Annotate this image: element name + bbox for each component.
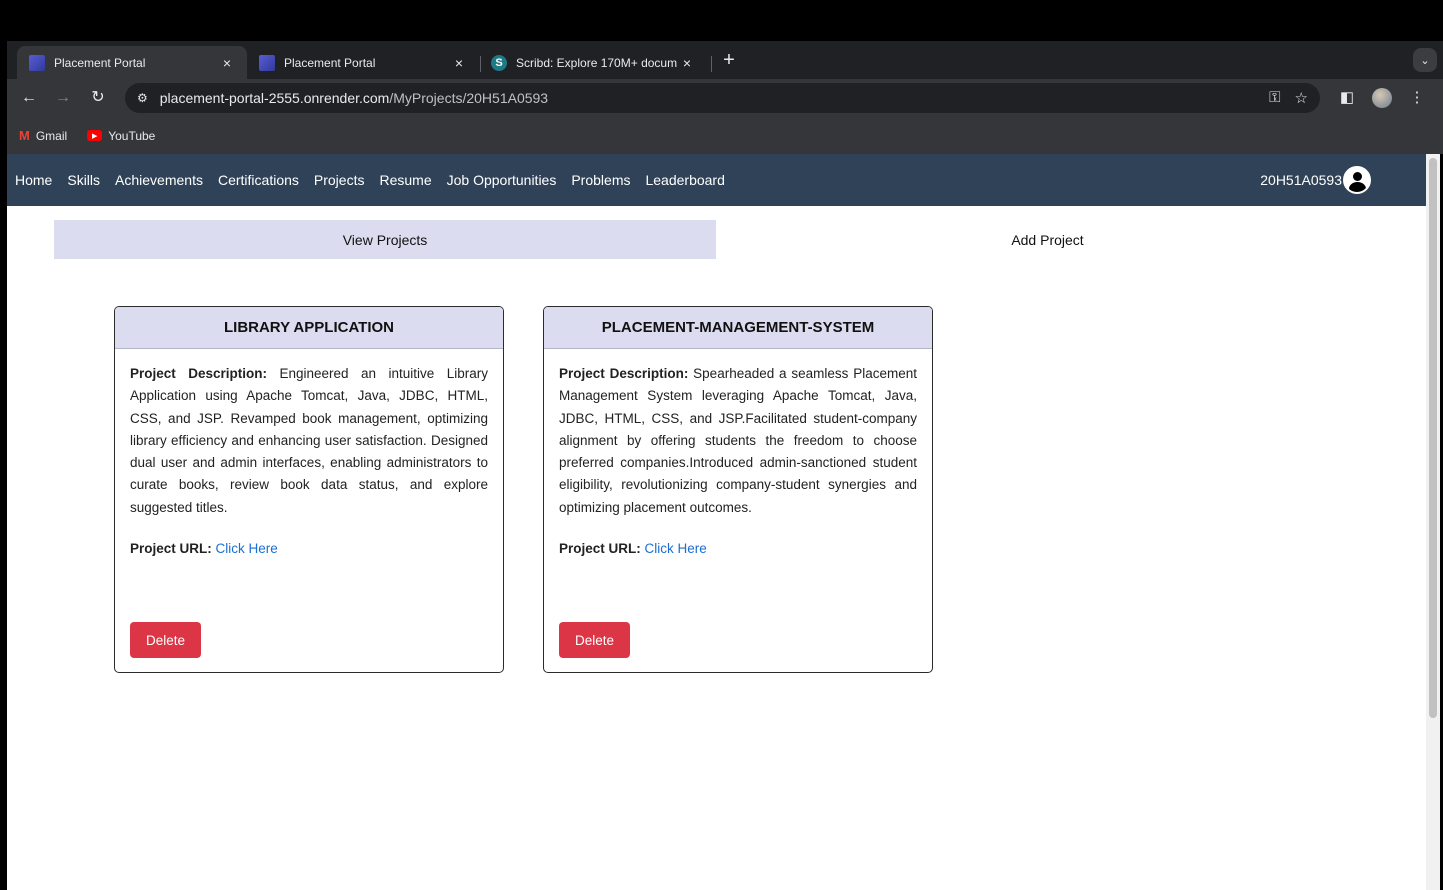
nav-leaderboard[interactable]: Leaderboard — [645, 172, 724, 188]
nav-skills[interactable]: Skills — [67, 172, 100, 188]
browser-toolbar: ← → ↻ ⚙ placement-portal-2555.onrender.c… — [7, 79, 1443, 117]
app-navbar: Home Skills Achievements Certifications … — [7, 154, 1426, 206]
nav-certifications[interactable]: Certifications — [218, 172, 299, 188]
nav-projects[interactable]: Projects — [314, 172, 365, 188]
delete-button[interactable]: Delete — [130, 622, 201, 658]
browser-tab-title: Placement Portal — [284, 55, 376, 70]
back-arrow-icon[interactable]: ← — [19, 88, 39, 108]
tab-search-button[interactable]: ⌄ — [1413, 48, 1437, 72]
user-id: 20H51A0593 — [1260, 172, 1342, 188]
nav-achievements[interactable]: Achievements — [115, 172, 203, 188]
portal-icon — [29, 54, 45, 71]
side-panel-icon[interactable]: ◧ — [1337, 88, 1357, 108]
reload-icon[interactable]: ↻ — [88, 88, 108, 108]
close-icon[interactable]: × — [451, 55, 467, 71]
project-url-link[interactable]: Click Here — [645, 541, 707, 556]
omnibox-actions: ⚿ ☆ — [1269, 89, 1308, 107]
project-subtabs: View Projects Add Project — [54, 220, 1379, 259]
page-scrollbar[interactable] — [1426, 154, 1440, 890]
description-text: Spearheaded a seamless Placement Managem… — [559, 366, 917, 515]
youtube-icon: ▶ — [87, 130, 103, 141]
project-card: LIBRARY APPLICATION Project Description:… — [114, 306, 504, 673]
user-avatar-icon[interactable] — [1343, 166, 1371, 194]
address-url[interactable]: placement-portal-2555.onrender.com/MyPro… — [160, 90, 548, 106]
description-label: Project Description: — [130, 366, 267, 381]
bookmark-star-icon[interactable]: ☆ — [1295, 89, 1308, 107]
project-url: Project URL: Click Here — [559, 541, 917, 556]
project-description: Project Description: Engineered an intui… — [130, 363, 488, 519]
nav-problems[interactable]: Problems — [571, 172, 630, 188]
forward-arrow-icon[interactable]: → — [53, 88, 73, 108]
site-info-icon[interactable]: ⚙ — [137, 91, 148, 105]
portal-icon — [259, 54, 275, 71]
tab-add-project[interactable]: Add Project — [716, 220, 1379, 259]
nav-job-opportunities[interactable]: Job Opportunities — [447, 172, 557, 188]
delete-button[interactable]: Delete — [559, 622, 630, 658]
project-url-link[interactable]: Click Here — [216, 541, 278, 556]
browser-tab-title: Scribd: Explore 170M+ docum — [516, 55, 678, 70]
close-icon[interactable]: × — [219, 55, 235, 71]
scribd-icon: S — [491, 54, 507, 71]
project-description: Project Description: Spearheaded a seaml… — [559, 363, 917, 519]
description-label: Project Description: — [559, 366, 689, 381]
browser-tab-1[interactable]: Placement Portal × — [17, 46, 247, 79]
url-label: Project URL: — [130, 541, 212, 557]
url-label: Project URL: — [559, 541, 641, 557]
page-viewport: Home Skills Achievements Certifications … — [7, 154, 1426, 890]
nav-home[interactable]: Home — [15, 172, 52, 188]
browser-tab-title: Placement Portal — [54, 55, 146, 70]
gmail-icon: M — [19, 128, 30, 143]
project-title: PLACEMENT-MANAGEMENT-SYSTEM — [544, 307, 932, 349]
tab-view-projects[interactable]: View Projects — [54, 220, 716, 259]
tab-strip: Placement Portal × Placement Portal × S … — [7, 41, 1443, 79]
project-card: PLACEMENT-MANAGEMENT-SYSTEM Project Desc… — [543, 306, 933, 673]
bookmark-youtube[interactable]: ▶ YouTube — [87, 129, 155, 143]
tab-separator — [711, 56, 712, 72]
bookmark-label: YouTube — [108, 128, 156, 143]
project-title: LIBRARY APPLICATION — [115, 307, 503, 349]
url-host: placement-portal-2555.onrender.com — [159, 90, 390, 106]
close-icon[interactable]: × — [679, 55, 695, 71]
scrollbar-thumb[interactable] — [1429, 158, 1437, 718]
key-icon[interactable]: ⚿ — [1269, 89, 1280, 107]
browser-tab-2[interactable]: Placement Portal × — [247, 46, 479, 79]
description-text: Engineered an intuitive Library Applicat… — [130, 366, 488, 515]
project-url: Project URL: Click Here — [130, 541, 488, 556]
bookmark-gmail[interactable]: M Gmail — [19, 128, 67, 143]
menu-kebab-icon[interactable]: ⋮ — [1407, 88, 1427, 108]
bookmarks-bar: M Gmail ▶ YouTube — [7, 117, 1443, 154]
browser-tab-3[interactable]: S Scribd: Explore 170M+ docum × — [479, 46, 707, 79]
project-card-body: Project Description: Spearheaded a seaml… — [544, 349, 932, 556]
new-tab-button[interactable]: + — [719, 49, 739, 71]
project-card-body: Project Description: Engineered an intui… — [115, 349, 503, 556]
bookmark-label: Gmail — [35, 128, 68, 143]
user-menu[interactable]: 20H51A0593 — [1260, 166, 1371, 194]
url-path: /MyProjects/20H51A0593 — [389, 90, 549, 106]
profile-avatar-icon[interactable] — [1372, 88, 1392, 108]
address-bar[interactable]: ⚙ placement-portal-2555.onrender.com/MyP… — [125, 83, 1320, 113]
browser-chrome: Placement Portal × Placement Portal × S … — [7, 41, 1443, 154]
nav-resume[interactable]: Resume — [379, 172, 431, 188]
